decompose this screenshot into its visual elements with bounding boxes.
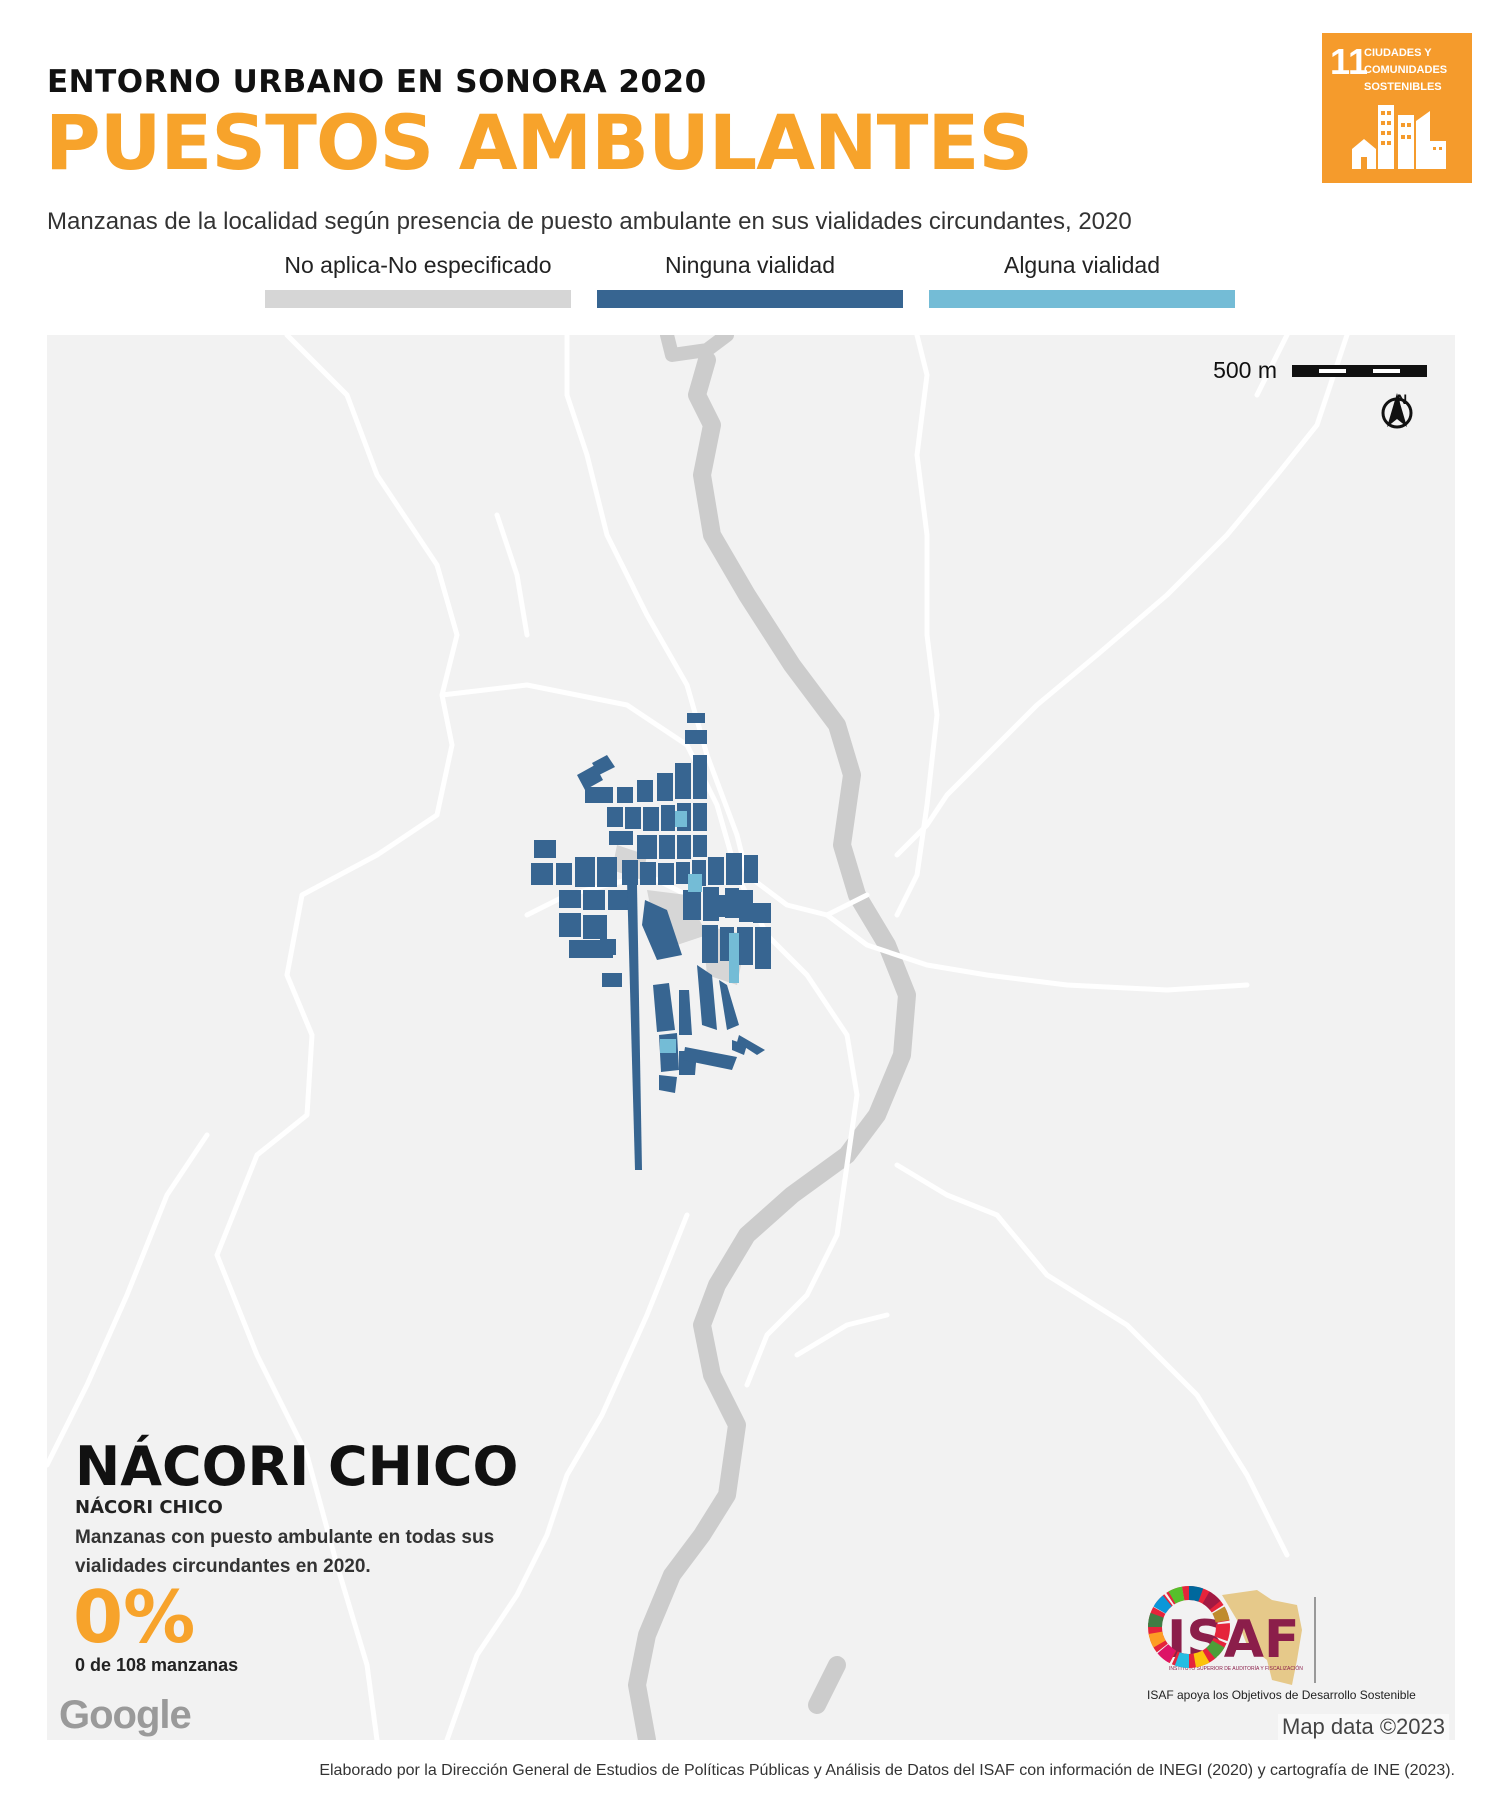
legend-swatch-gray [265,290,571,308]
divider [1314,1597,1316,1683]
indicator-percent: 0% [73,1575,196,1659]
legend-label: No aplica-No especificado [284,252,552,278]
sdg-number: 11 [1330,41,1369,82]
legend-item-ninguna: Ninguna vialidad [597,250,903,308]
sdg-wheel-icon [1147,1585,1230,1668]
legend-item-alguna: Alguna vialidad [929,250,1235,308]
google-logo: Google [59,1693,192,1737]
north-arrow-icon: N [1377,391,1427,451]
locality-name: NÁCORI CHICO [75,1497,223,1518]
sdg-label: CIUDADES Y COMUNIDADES SOSTENIBLES [1364,47,1448,93]
sdg-11-badge: 11 CIUDADES Y COMUNIDADES SOSTENIBLES [1322,33,1472,183]
legend-label: Alguna vialidad [1003,252,1160,278]
legend-swatch-light-blue [929,290,1235,308]
map-panel[interactable]: 500 m N NÁCORI CHICO NÁCORI CHICO Manzan… [47,335,1455,1740]
municipality-name: NÁCORI CHICO [75,1435,519,1498]
legend-label: Ninguna vialidad [664,252,836,278]
indicator-description: Manzanas con puesto ambulante en todas s… [75,1527,495,1577]
indicator-count: 0 de 108 manzanas [75,1655,239,1675]
scale-label: 500 m [1213,357,1277,383]
legend-item-no-aplica: No aplica-No especificado [265,250,571,308]
isaf-branding: ISAF INSTITUTO SUPERIOR DE AUDITORÍA Y F… [1147,1585,1447,1705]
river [628,335,916,1740]
scale-bar [1292,365,1427,377]
city-buildings-icon [1352,105,1446,169]
footer-credit: Elaborado por la Dirección General de Es… [319,1762,1455,1779]
map-attribution: Map data ©2023 [1278,1714,1449,1740]
super-title: ENTORNO URBANO EN SONORA 2020 [47,64,707,100]
isaf-tagline: ISAF apoya los Objetivos de Desarrollo S… [1147,1688,1416,1702]
legend-swatch-dark-blue [597,290,903,308]
page-title: PUESTOS AMBULANTES [45,98,1033,187]
page-subtitle: Manzanas de la localidad según presencia… [47,208,1132,235]
